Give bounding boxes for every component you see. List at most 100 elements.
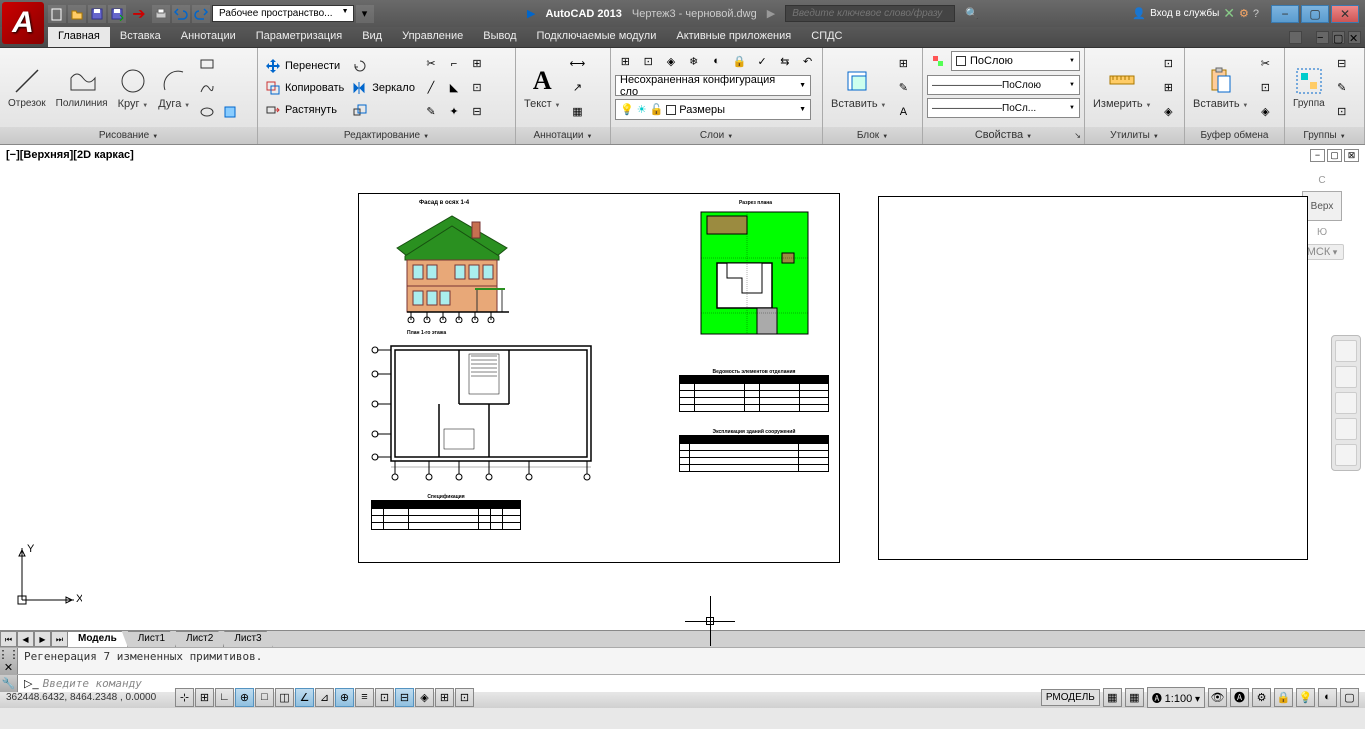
ortho-toggle[interactable]: ∟ bbox=[215, 688, 234, 707]
ungroup-icon[interactable]: ⊟ bbox=[1331, 53, 1353, 75]
panel-clipboard-title[interactable]: Буфер обмена bbox=[1185, 127, 1284, 144]
pan-icon[interactable] bbox=[1335, 366, 1357, 388]
line-tool[interactable]: Отрезок bbox=[4, 64, 50, 111]
create-block-icon[interactable]: ⊞ bbox=[892, 53, 914, 75]
toolbar-lock-icon[interactable]: 🔒 bbox=[1274, 688, 1293, 707]
tab-parametric[interactable]: Параметризация bbox=[246, 27, 352, 47]
ellipse-icon[interactable] bbox=[196, 101, 218, 123]
layer-config-dropdown[interactable]: Несохраненная конфигурация сло▼ bbox=[615, 75, 811, 96]
layout-nav-last[interactable]: ⏭ bbox=[51, 631, 68, 647]
mirror-tool[interactable]: Зеркало bbox=[349, 79, 418, 97]
sc-toggle[interactable]: ◈ bbox=[415, 688, 434, 707]
matchprops2-icon[interactable]: ◈ bbox=[1254, 101, 1276, 123]
dim-linear-icon[interactable]: ⟷ bbox=[566, 53, 588, 75]
copy-clip-icon[interactable]: ⊡ bbox=[1254, 77, 1276, 99]
layer-prev-icon[interactable]: ↶ bbox=[797, 50, 818, 72]
explode-icon[interactable]: ✦ bbox=[443, 101, 465, 123]
cut-icon[interactable]: ✂ bbox=[1254, 53, 1276, 75]
zoom-extents-icon[interactable] bbox=[1335, 392, 1357, 414]
offset-icon[interactable]: ⊡ bbox=[466, 77, 488, 99]
anno-scale[interactable]: 🅐 1:100 ▾ bbox=[1147, 687, 1205, 708]
edit-block-icon[interactable]: ✎ bbox=[892, 77, 914, 99]
vp-close-icon[interactable]: ⊠ bbox=[1344, 149, 1359, 162]
paste-tool[interactable]: Вставить ▼ bbox=[1189, 64, 1252, 112]
arc-tool[interactable]: Дуга ▼ bbox=[154, 64, 194, 112]
ucs-icon[interactable]: Y X bbox=[12, 540, 82, 610]
hardware-accel-icon[interactable]: 💡 bbox=[1296, 688, 1315, 707]
circle-tool[interactable]: Круг ▼ bbox=[114, 64, 153, 112]
layer-make-icon[interactable]: ✓ bbox=[752, 50, 773, 72]
quickview-layouts-icon[interactable]: ▦ bbox=[1103, 688, 1122, 707]
doc-close-icon[interactable]: ✕ bbox=[1348, 31, 1361, 44]
tpy-toggle[interactable]: ⊡ bbox=[375, 688, 394, 707]
panel-modify-title[interactable]: Редактирование bbox=[258, 127, 515, 144]
qp-toggle[interactable]: ⊟ bbox=[395, 688, 414, 707]
new-icon[interactable] bbox=[48, 5, 66, 23]
am-toggle[interactable]: ⊞ bbox=[435, 688, 454, 707]
layer-current-dropdown[interactable]: 💡☀🔓 Размеры▼ bbox=[615, 99, 811, 120]
layer-props-icon[interactable]: ⊞ bbox=[615, 50, 636, 72]
open-icon[interactable] bbox=[68, 5, 86, 23]
panel-block-title[interactable]: Блок bbox=[823, 127, 922, 144]
selectall-icon[interactable]: ◈ bbox=[1157, 101, 1179, 123]
layer-match-icon[interactable]: ⇆ bbox=[774, 50, 795, 72]
polar-toggle[interactable]: ⊕ bbox=[235, 688, 254, 707]
panel-annotate-title[interactable]: Аннотации bbox=[516, 127, 610, 144]
doc-minimize-icon[interactable]: − bbox=[1316, 31, 1329, 44]
showmotion-icon[interactable] bbox=[1335, 444, 1357, 466]
tab-manage[interactable]: Управление bbox=[392, 27, 473, 47]
layer-states-icon[interactable]: ⊡ bbox=[638, 50, 659, 72]
hatch-icon[interactable] bbox=[219, 101, 241, 123]
tab-view[interactable]: Вид bbox=[352, 27, 392, 47]
fillet-icon[interactable]: ⌐ bbox=[443, 53, 465, 75]
scale-tool[interactable] bbox=[349, 101, 418, 119]
osnap-toggle[interactable]: □ bbox=[255, 688, 274, 707]
move-tool[interactable]: Перенести bbox=[262, 57, 347, 75]
color-dropdown[interactable]: ПоСлою bbox=[951, 51, 1080, 71]
layout-tab-sheet2[interactable]: Лист2 bbox=[176, 631, 224, 647]
saveas-icon[interactable] bbox=[108, 5, 126, 23]
minimize-button[interactable]: − bbox=[1271, 5, 1299, 23]
tab-active-apps[interactable]: Активные приложения bbox=[666, 27, 801, 47]
array-icon[interactable]: ⊞ bbox=[466, 53, 488, 75]
plot-icon[interactable] bbox=[152, 5, 170, 23]
chamfer-icon[interactable]: ◣ bbox=[443, 77, 465, 99]
panel-properties-title[interactable]: Свойства↘ bbox=[923, 127, 1084, 144]
layer-freeze-icon[interactable]: ❄ bbox=[683, 50, 704, 72]
insert-block-tool[interactable]: Вставить ▼ bbox=[827, 64, 890, 112]
save-icon[interactable] bbox=[88, 5, 106, 23]
anno-autoscale-icon[interactable]: 🅐 bbox=[1230, 688, 1249, 707]
clean-screen-icon[interactable]: ▢ bbox=[1340, 688, 1359, 707]
viewcube-top-face[interactable]: Верх bbox=[1302, 191, 1342, 221]
redo-icon[interactable] bbox=[192, 5, 210, 23]
dyn-toggle[interactable]: ⊕ bbox=[335, 688, 354, 707]
search-input[interactable] bbox=[785, 5, 955, 22]
tab-plugins[interactable]: Подключаемые модули bbox=[527, 27, 667, 47]
quickview-drawings-icon[interactable]: ▦ bbox=[1125, 688, 1144, 707]
search-icon[interactable]: 🔍 bbox=[965, 7, 979, 20]
layout-nav-prev[interactable]: ◀ bbox=[17, 631, 34, 647]
cmd-handle[interactable]: ⋮⋮✕ bbox=[0, 648, 18, 674]
exchange-icon[interactable]: ✕ bbox=[1223, 5, 1235, 22]
viewport-label[interactable]: [−][Верхняя][2D каркас] bbox=[6, 149, 134, 161]
linetype-dropdown[interactable]: ———————ПоСл... bbox=[927, 98, 1080, 118]
grid-toggle[interactable]: ⊞ bbox=[195, 688, 214, 707]
quickcalc-icon[interactable]: ⊞ bbox=[1157, 77, 1179, 99]
doc-restore-icon[interactable]: ▢ bbox=[1332, 31, 1345, 44]
vp-minimize-icon[interactable]: − bbox=[1310, 149, 1325, 162]
anno-visibility-icon[interactable]: 👁 bbox=[1208, 688, 1227, 707]
help-icon[interactable]: ? bbox=[1253, 8, 1259, 20]
rectangle-icon[interactable] bbox=[196, 53, 218, 75]
3dosnap-toggle[interactable]: ◫ bbox=[275, 688, 294, 707]
layer-iso-icon[interactable]: ◈ bbox=[661, 50, 682, 72]
lwt-toggle[interactable]: ≡ bbox=[355, 688, 374, 707]
extend-icon[interactable]: ╱ bbox=[420, 77, 442, 99]
group-edit-icon[interactable]: ✎ bbox=[1331, 77, 1353, 99]
select-icon[interactable]: ⊡ bbox=[1157, 53, 1179, 75]
tab-annotate[interactable]: Аннотации bbox=[171, 27, 246, 47]
isolate-objects-icon[interactable]: ◐ bbox=[1318, 688, 1337, 707]
group-tool[interactable]: Группа bbox=[1289, 64, 1329, 111]
layout-nav-first[interactable]: ⏮ bbox=[0, 631, 17, 647]
table-icon[interactable]: ▦ bbox=[566, 101, 588, 123]
layer-off-icon[interactable]: ◐ bbox=[706, 50, 727, 72]
